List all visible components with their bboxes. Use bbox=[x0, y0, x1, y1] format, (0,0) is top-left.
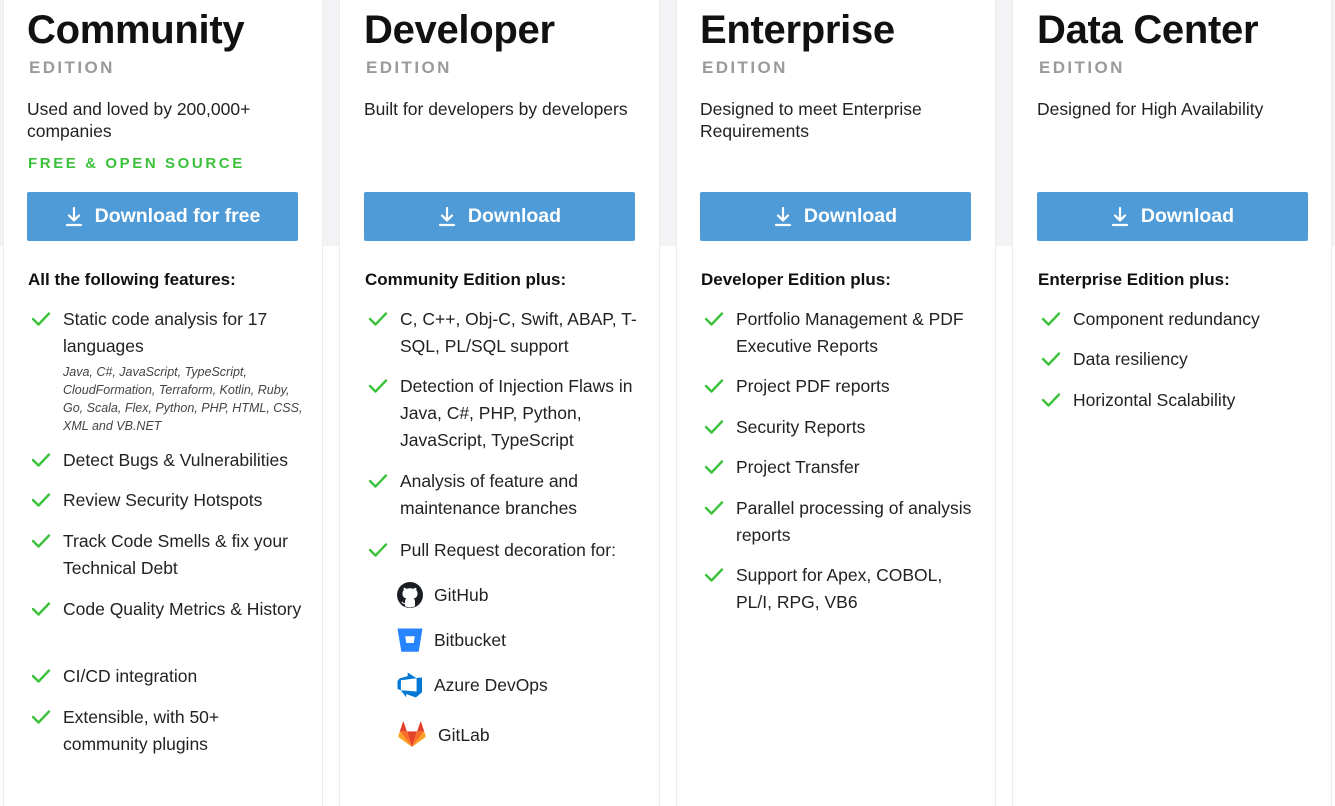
gitlab-icon bbox=[398, 721, 426, 747]
download-for-free-button[interactable]: Download for free bbox=[27, 192, 298, 241]
integration-github: GitHub bbox=[396, 580, 488, 610]
feature-text: Code Quality Metrics & History bbox=[63, 599, 302, 619]
plan-edition-label: EDITION bbox=[702, 58, 788, 77]
github-icon bbox=[397, 582, 423, 608]
check-icon bbox=[368, 543, 388, 557]
download-icon bbox=[438, 206, 456, 226]
download-button-label: Download bbox=[467, 205, 562, 227]
features-heading: Community Edition plus: bbox=[365, 270, 567, 289]
feature-text: C, C++, Obj-C, Swift, ABAP, T-SQL, PL/SQ… bbox=[400, 309, 637, 356]
feature-text: Horizontal Scalability bbox=[1073, 390, 1236, 410]
azure-devops-icon bbox=[397, 672, 422, 698]
check-icon bbox=[1041, 312, 1061, 326]
feature-text: Extensible, with 50+ community plugins bbox=[63, 707, 220, 754]
plan-title: Community bbox=[27, 8, 245, 52]
plan-card-enterprise: Enterprise EDITION Designed to meet Ente… bbox=[677, 0, 995, 806]
plan-title: Enterprise bbox=[700, 8, 895, 52]
plan-card-developer: Developer EDITION Built for developers b… bbox=[340, 0, 659, 806]
check-icon bbox=[31, 669, 51, 683]
bitbucket-icon bbox=[397, 628, 423, 652]
check-icon bbox=[704, 420, 724, 434]
feature-text: Analysis of feature and maintenance bran… bbox=[400, 471, 579, 518]
feature-text: Review Security Hotspots bbox=[63, 490, 263, 510]
plan-card-data-center: Data Center EDITION Designed for High Av… bbox=[1013, 0, 1331, 806]
feature-text: Static code analysis for 17 languages bbox=[63, 309, 268, 356]
feature-text: Pull Request decoration for: bbox=[400, 540, 616, 560]
feature-text: Detect Bugs & Vulnerabilities bbox=[63, 450, 289, 470]
plan-title: Data Center bbox=[1037, 8, 1259, 52]
check-icon bbox=[368, 312, 388, 326]
feature-text: Support for Apex, COBOL, PL/I, RPG, VB6 bbox=[736, 565, 943, 612]
integration-gitlab: GitLab bbox=[396, 720, 490, 750]
check-icon bbox=[704, 460, 724, 474]
check-icon bbox=[31, 534, 51, 548]
check-icon bbox=[31, 493, 51, 507]
plan-tagline: Used and loved by 200,000+ companies bbox=[27, 99, 251, 141]
check-icon bbox=[1041, 352, 1061, 366]
features-heading: Enterprise Edition plus: bbox=[1038, 270, 1230, 289]
check-icon bbox=[31, 453, 51, 467]
download-button[interactable]: Download bbox=[1037, 192, 1308, 241]
integration-label: GitHub bbox=[434, 584, 489, 605]
download-button-label: Download bbox=[1140, 205, 1235, 227]
feature-text: Detection of Injection Flaws in Java, C#… bbox=[400, 376, 633, 450]
feature-text: Data resiliency bbox=[1073, 349, 1188, 369]
plan-edition-label: EDITION bbox=[1039, 58, 1125, 77]
download-icon bbox=[774, 206, 792, 226]
feature-text: Portfolio Management & PDF Executive Rep… bbox=[736, 309, 964, 356]
check-icon bbox=[704, 501, 724, 515]
plan-edition-label: EDITION bbox=[366, 58, 452, 77]
plan-tagline: Designed to meet Enterprise Requirements bbox=[700, 99, 922, 141]
download-button[interactable]: Download bbox=[364, 192, 635, 241]
feature-text: Project PDF reports bbox=[736, 376, 890, 396]
features-heading: All the following features: bbox=[28, 270, 236, 289]
download-icon bbox=[65, 206, 82, 226]
feature-text: Project Transfer bbox=[736, 457, 860, 477]
plan-edition-label: EDITION bbox=[29, 58, 115, 77]
feature-text: Security Reports bbox=[736, 417, 866, 437]
integration-bitbucket: Bitbucket bbox=[396, 625, 506, 655]
plan-card-community: Community EDITION Used and loved by 200,… bbox=[4, 0, 322, 806]
check-icon bbox=[368, 474, 388, 488]
features-heading: Developer Edition plus: bbox=[701, 270, 891, 289]
check-icon bbox=[1041, 393, 1061, 407]
languages-note: Java, C#, JavaScript, TypeScript, CloudF… bbox=[63, 365, 303, 433]
feature-text: Component redundancy bbox=[1073, 309, 1260, 329]
download-icon bbox=[1111, 206, 1129, 226]
plan-tagline: Designed for High Availability bbox=[1037, 99, 1264, 119]
integration-label: Bitbucket bbox=[434, 629, 506, 650]
plan-tagline: Built for developers by developers bbox=[364, 99, 628, 119]
check-icon bbox=[704, 379, 724, 393]
free-open-source-badge: FREE & OPEN SOURCE bbox=[28, 155, 245, 172]
check-icon bbox=[704, 568, 724, 582]
download-button[interactable]: Download bbox=[700, 192, 971, 241]
download-button-label: Download for free bbox=[94, 205, 261, 227]
download-button-label: Download bbox=[803, 205, 898, 227]
integration-label: GitLab bbox=[438, 724, 490, 745]
check-icon bbox=[31, 710, 51, 724]
feature-text: Parallel processing of analysis reports bbox=[736, 498, 972, 545]
check-icon bbox=[31, 602, 51, 616]
feature-text: CI/CD integration bbox=[63, 666, 198, 686]
check-icon bbox=[704, 312, 724, 326]
integration-label: Azure DevOps bbox=[434, 674, 548, 695]
integration-azure-devops: Azure DevOps bbox=[396, 670, 548, 700]
check-icon bbox=[31, 312, 51, 326]
plan-title: Developer bbox=[364, 8, 555, 52]
check-icon bbox=[368, 379, 388, 393]
feature-text: Track Code Smells & fix your Technical D… bbox=[63, 531, 288, 578]
